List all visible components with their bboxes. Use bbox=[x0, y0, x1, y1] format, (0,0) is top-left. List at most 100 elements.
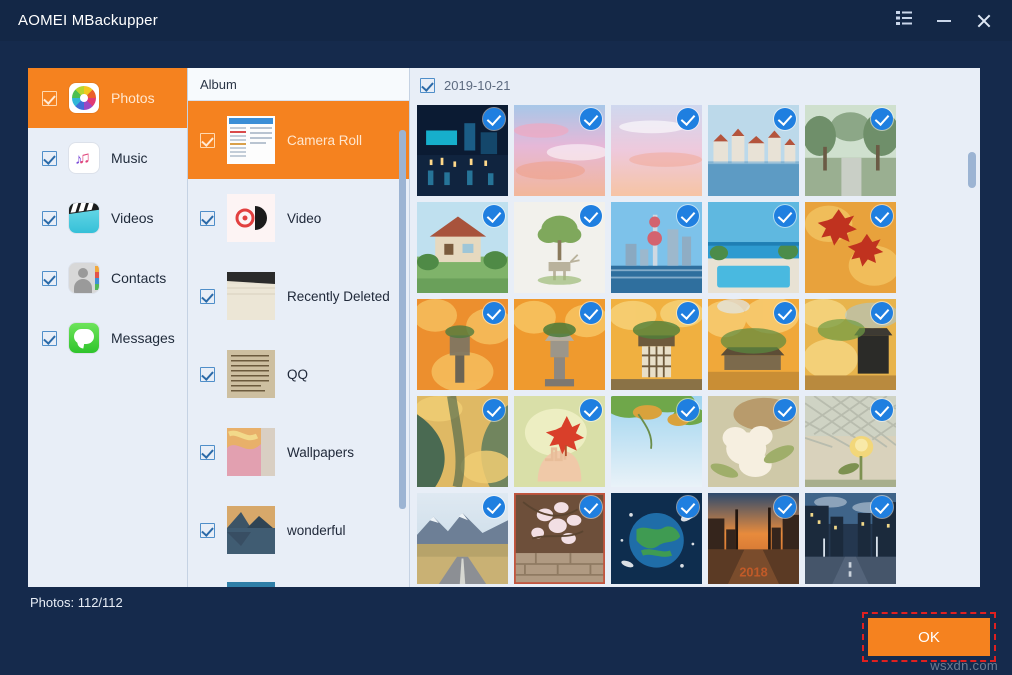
status-text: Photos: 112/112 bbox=[30, 595, 123, 610]
videos-icon bbox=[69, 203, 99, 233]
app-title: AOMEI MBackupper bbox=[18, 12, 158, 29]
album-checkbox[interactable] bbox=[200, 133, 215, 148]
contacts-checkbox[interactable] bbox=[42, 271, 57, 286]
sidebar-item-label: Photos bbox=[111, 90, 155, 106]
photo-cell[interactable] bbox=[802, 199, 899, 296]
photo-cell[interactable] bbox=[414, 199, 511, 296]
photo-checkmark-icon[interactable] bbox=[580, 496, 602, 518]
photo-checkmark-icon[interactable] bbox=[677, 108, 699, 130]
music-checkbox[interactable] bbox=[42, 151, 57, 166]
videos-checkbox[interactable] bbox=[42, 211, 57, 226]
photo-checkmark-icon[interactable] bbox=[580, 108, 602, 130]
album-list: Camera Roll Video bbox=[188, 101, 409, 587]
photos-checkbox[interactable] bbox=[42, 91, 57, 106]
photo-cell[interactable] bbox=[608, 102, 705, 199]
date-group-label: 2019-10-21 bbox=[444, 78, 511, 93]
photo-checkmark-icon[interactable] bbox=[483, 205, 505, 227]
album-scrollbar[interactable] bbox=[399, 101, 406, 587]
album-column-header: Album bbox=[188, 68, 409, 101]
minimize-button[interactable] bbox=[924, 0, 964, 41]
album-checkbox[interactable] bbox=[200, 445, 215, 460]
photo-checkmark-icon[interactable] bbox=[677, 399, 699, 421]
album-scrollbar-thumb[interactable] bbox=[399, 130, 406, 509]
photo-cell[interactable] bbox=[511, 296, 608, 393]
album-checkbox[interactable] bbox=[200, 289, 215, 304]
menu-button[interactable] bbox=[884, 0, 924, 41]
messages-checkbox[interactable] bbox=[42, 331, 57, 346]
photo-cell[interactable] bbox=[608, 393, 705, 490]
photo-cell[interactable] bbox=[705, 102, 802, 199]
photo-checkmark-icon[interactable] bbox=[483, 108, 505, 130]
photo-checkmark-icon[interactable] bbox=[483, 302, 505, 324]
sidebar-item-music[interactable]: ♪♫ Music bbox=[28, 128, 187, 188]
photo-checkmark-icon[interactable] bbox=[580, 205, 602, 227]
album-item-wonderful[interactable]: wonderful bbox=[188, 491, 409, 569]
photo-cell[interactable] bbox=[705, 393, 802, 490]
list-icon bbox=[896, 11, 912, 30]
photo-checkmark-icon[interactable] bbox=[871, 108, 893, 130]
photo-cell[interactable] bbox=[608, 296, 705, 393]
album-item-video[interactable]: Video bbox=[188, 179, 409, 257]
photo-checkmark-icon[interactable] bbox=[774, 302, 796, 324]
photos-icon bbox=[69, 83, 99, 113]
close-button[interactable] bbox=[964, 0, 1004, 41]
photo-cell[interactable] bbox=[414, 102, 511, 199]
album-checkbox[interactable] bbox=[200, 211, 215, 226]
date-group-header: 2019-10-21 bbox=[410, 68, 980, 102]
album-item-partial[interactable] bbox=[188, 569, 409, 587]
photo-cell[interactable] bbox=[608, 490, 705, 587]
photo-cell[interactable]: 2018 bbox=[705, 490, 802, 587]
photo-cell[interactable] bbox=[511, 490, 608, 587]
photo-cell[interactable] bbox=[414, 393, 511, 490]
photo-checkmark-icon[interactable] bbox=[871, 496, 893, 518]
photo-cell[interactable] bbox=[511, 393, 608, 490]
photo-cell[interactable] bbox=[802, 393, 899, 490]
album-item-camera-roll[interactable]: Camera Roll bbox=[188, 101, 409, 179]
album-item-recently-deleted[interactable]: Recently Deleted bbox=[188, 257, 409, 335]
sidebar-item-photos[interactable]: Photos bbox=[28, 68, 187, 128]
album-item-label: wonderful bbox=[287, 523, 346, 538]
photo-grid-scrollbar-thumb[interactable] bbox=[968, 152, 976, 188]
photo-checkmark-icon[interactable] bbox=[774, 399, 796, 421]
photo-cell[interactable] bbox=[511, 199, 608, 296]
contacts-icon bbox=[69, 263, 99, 293]
album-item-qq[interactable]: QQ bbox=[188, 335, 409, 413]
album-item-label: Wallpapers bbox=[287, 445, 354, 460]
photo-checkmark-icon[interactable] bbox=[580, 399, 602, 421]
album-item-label: QQ bbox=[287, 367, 308, 382]
photo-checkmark-icon[interactable] bbox=[871, 302, 893, 324]
sidebar-item-contacts[interactable]: Contacts bbox=[28, 248, 187, 308]
photo-cell[interactable] bbox=[511, 102, 608, 199]
sidebar-item-messages[interactable]: Messages bbox=[28, 308, 187, 368]
photo-checkmark-icon[interactable] bbox=[483, 399, 505, 421]
photo-checkmark-icon[interactable] bbox=[774, 108, 796, 130]
photo-checkmark-icon[interactable] bbox=[871, 205, 893, 227]
album-thumbnail bbox=[227, 116, 275, 164]
photo-checkmark-icon[interactable] bbox=[677, 205, 699, 227]
photo-cell[interactable] bbox=[802, 102, 899, 199]
album-checkbox[interactable] bbox=[200, 367, 215, 382]
photo-cell[interactable] bbox=[802, 296, 899, 393]
photo-checkmark-icon[interactable] bbox=[677, 496, 699, 518]
ok-button[interactable]: OK bbox=[868, 618, 990, 656]
photo-cell[interactable] bbox=[802, 490, 899, 587]
photo-checkmark-icon[interactable] bbox=[483, 496, 505, 518]
album-checkbox[interactable] bbox=[200, 523, 215, 538]
photo-grid-scrollbar[interactable] bbox=[968, 70, 976, 585]
photo-cell[interactable] bbox=[414, 296, 511, 393]
photo-checkmark-icon[interactable] bbox=[580, 302, 602, 324]
sidebar-item-videos[interactable]: Videos bbox=[28, 188, 187, 248]
photo-checkmark-icon[interactable] bbox=[871, 399, 893, 421]
photo-cell[interactable] bbox=[705, 296, 802, 393]
album-item-wallpapers[interactable]: Wallpapers bbox=[188, 413, 409, 491]
photo-checkmark-icon[interactable] bbox=[774, 205, 796, 227]
album-thumbnail bbox=[227, 428, 275, 476]
photo-checkmark-icon[interactable] bbox=[774, 496, 796, 518]
photo-cell[interactable] bbox=[608, 199, 705, 296]
photo-grid-panel: 2019-10-21 2018 bbox=[410, 68, 980, 587]
photo-cell[interactable] bbox=[705, 199, 802, 296]
photo-checkmark-icon[interactable] bbox=[677, 302, 699, 324]
sidebar-item-label: Music bbox=[111, 150, 148, 166]
photo-cell[interactable] bbox=[414, 490, 511, 587]
date-group-checkbox[interactable] bbox=[420, 78, 435, 93]
